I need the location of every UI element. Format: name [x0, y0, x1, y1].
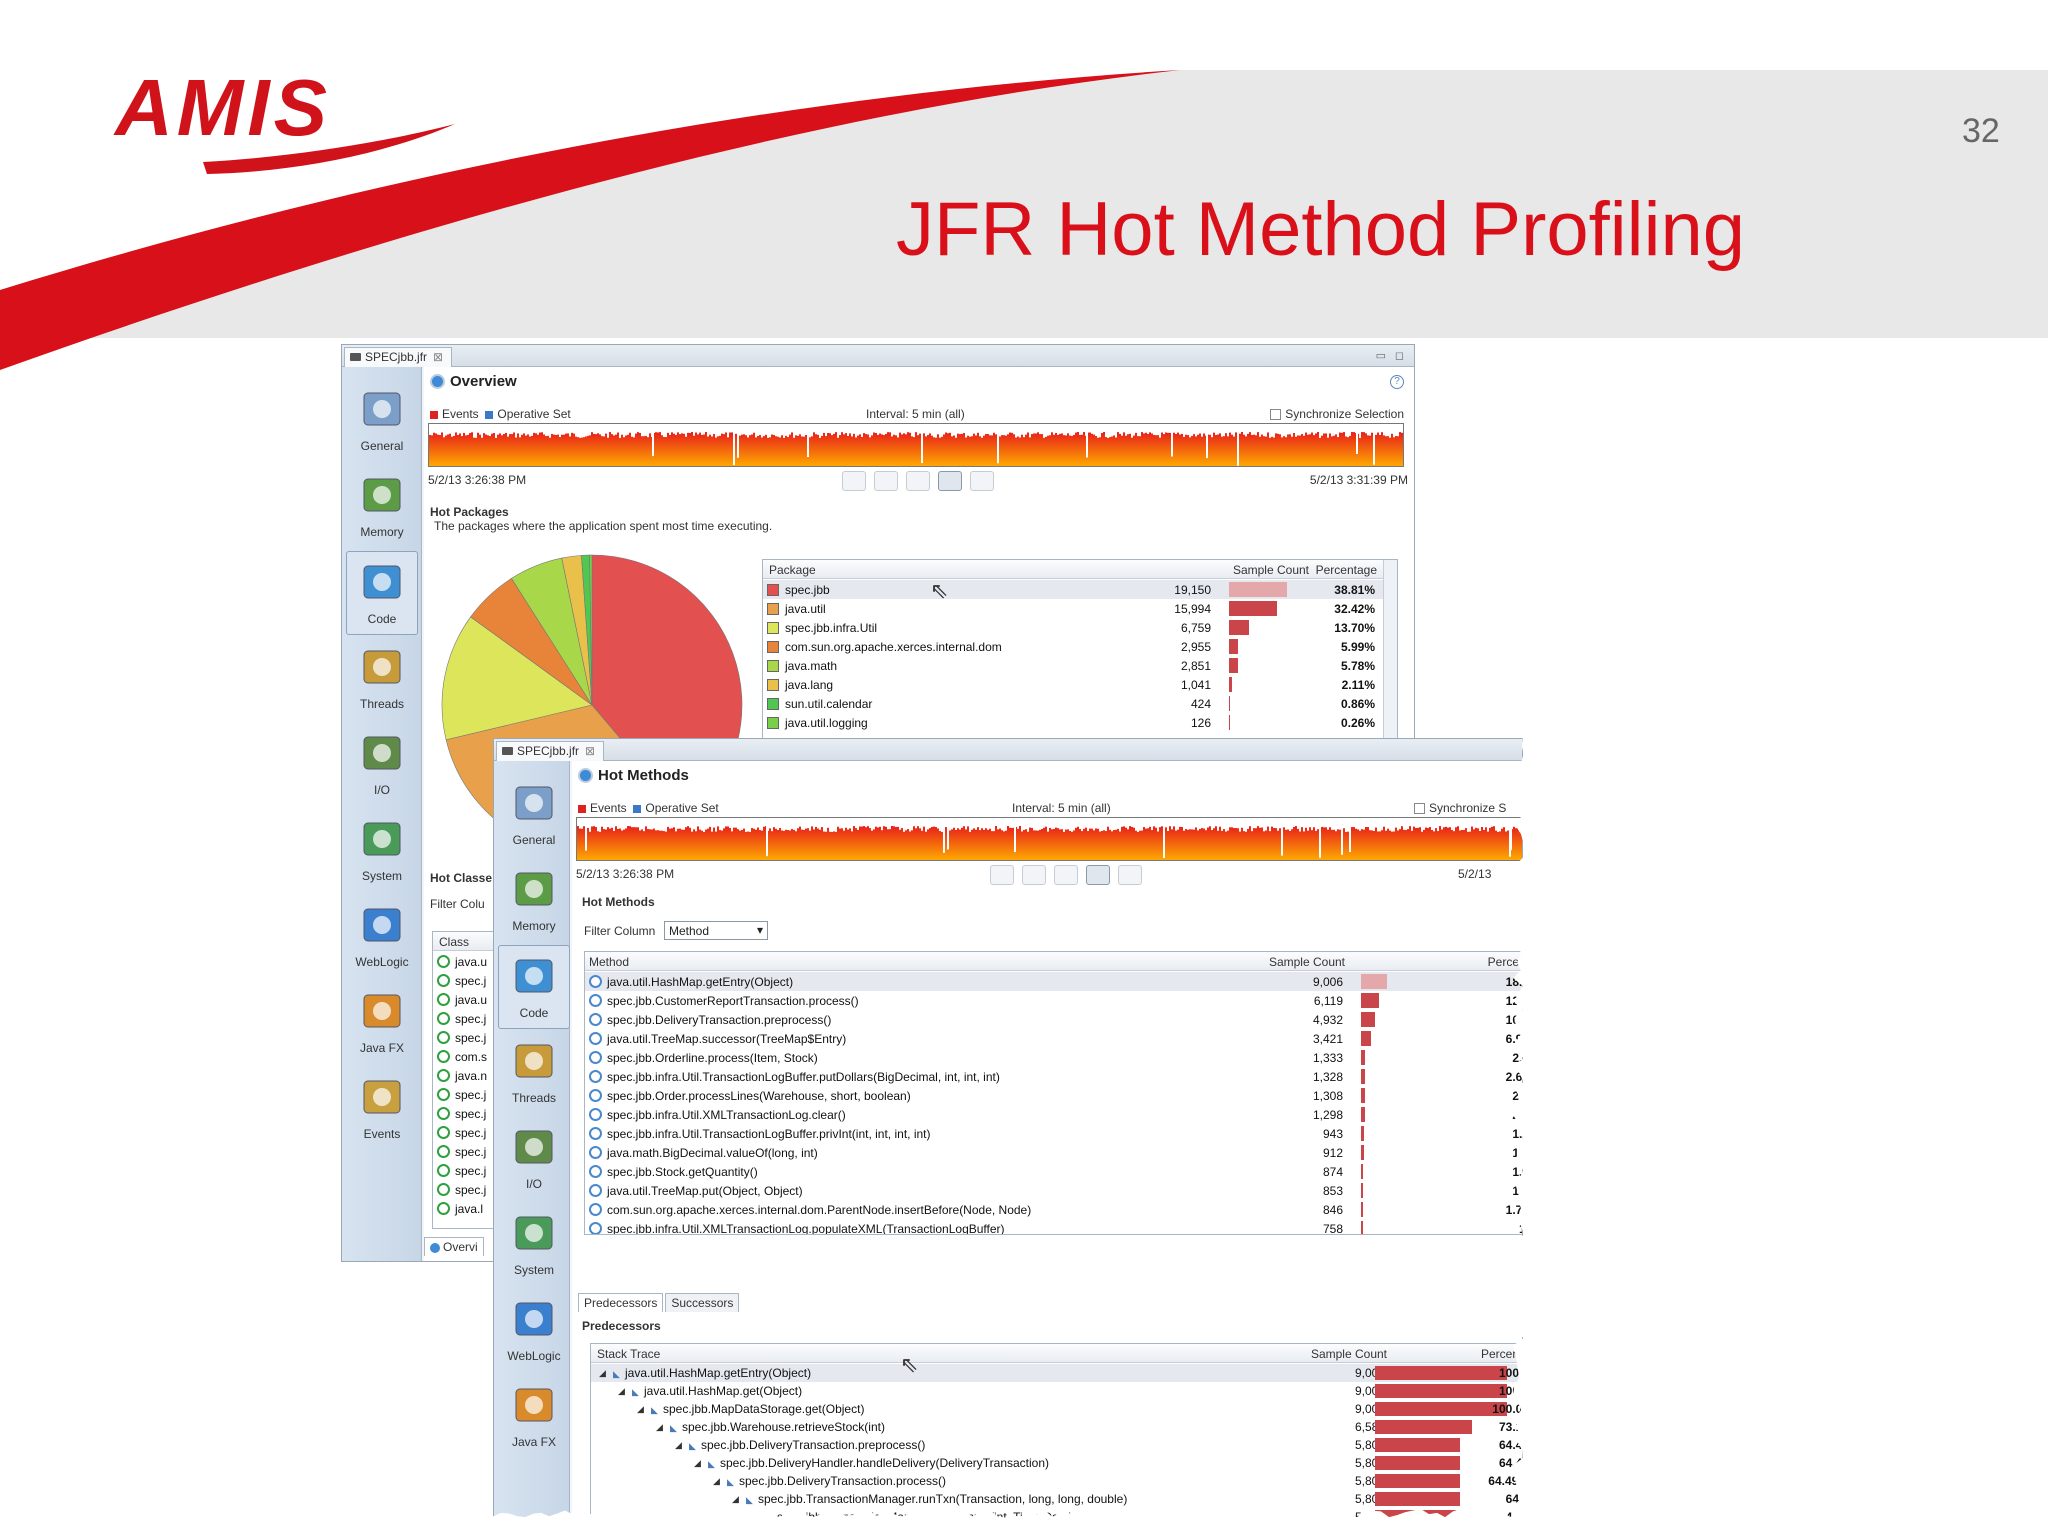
torn-right-edge: [1512, 738, 1540, 1524]
mouse-cursor-icon: ⇖: [930, 578, 949, 603]
mouse-cursor-icon: ⇖: [900, 1352, 919, 1377]
slide: AMIS 32 JFR Hot Method Profiling SPECjbb…: [0, 0, 2048, 1536]
torn-edge-mask: [493, 738, 1540, 1536]
torn-bottom-edge: [493, 1508, 1530, 1536]
